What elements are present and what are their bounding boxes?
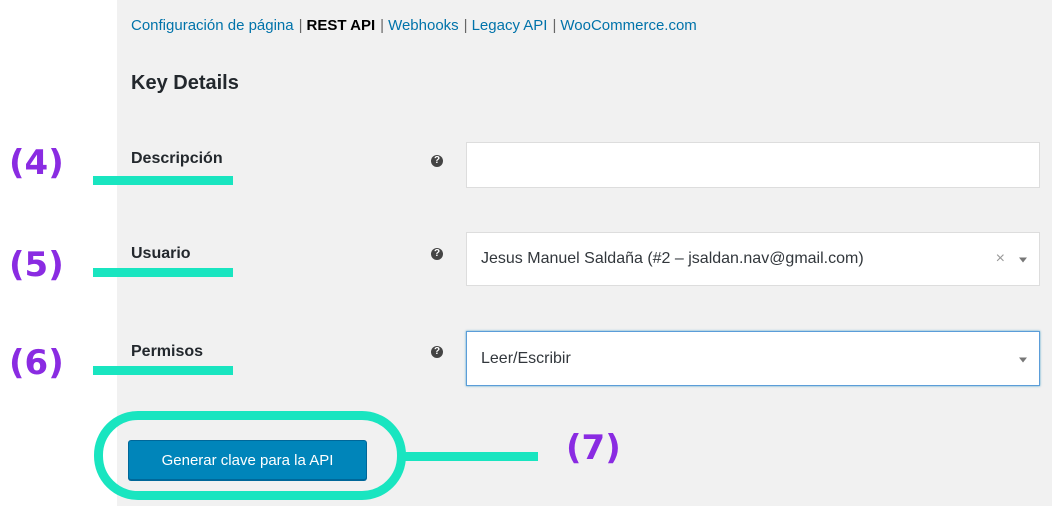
- description-input[interactable]: [467, 143, 1039, 187]
- subnav-item-page-settings[interactable]: Configuración de página: [131, 17, 294, 34]
- help-icon[interactable]: ?: [431, 346, 443, 358]
- annotation-highlight-ring: [94, 411, 406, 500]
- annotation-connector: [404, 452, 538, 461]
- section-title: Key Details: [131, 72, 239, 94]
- user-select-value: Jesus Manuel Saldaña (#2 – jsaldan.nav@g…: [481, 250, 864, 267]
- permissions-select-value: Leer/Escribir: [481, 349, 571, 367]
- subnav-separator: |: [463, 17, 468, 34]
- chevron-down-icon[interactable]: [1019, 357, 1027, 362]
- annotation-label-6: (6): [9, 343, 64, 383]
- annotation-label-7: (7): [566, 428, 621, 468]
- annotation-underline: [93, 268, 233, 277]
- help-icon[interactable]: ?: [431, 155, 443, 167]
- subnav-separator: |: [380, 17, 385, 34]
- user-label: Usuario: [131, 245, 191, 262]
- clear-icon[interactable]: ×: [996, 250, 1005, 268]
- chevron-down-icon[interactable]: [1019, 257, 1027, 263]
- user-select[interactable]: Jesus Manuel Saldaña (#2 – jsaldan.nav@g…: [466, 232, 1040, 286]
- description-field[interactable]: [466, 142, 1040, 188]
- subnav-item-legacy-api[interactable]: Legacy API: [472, 17, 548, 34]
- annotation-label-4: (4): [9, 143, 64, 183]
- description-label: Descripción: [131, 150, 223, 167]
- permissions-select[interactable]: Leer/Escribir: [466, 331, 1040, 386]
- help-icon[interactable]: ?: [431, 248, 443, 260]
- subnav: Configuración de página | REST API | Webhook…: [131, 17, 697, 34]
- subnav-item-webhooks[interactable]: Webhooks: [388, 17, 459, 34]
- annotation-underline: [93, 176, 233, 185]
- subnav-item-woocommerce-com[interactable]: WooCommerce.com: [560, 17, 696, 34]
- annotation-label-5: (5): [9, 245, 64, 285]
- subnav-item-rest-api[interactable]: REST API: [307, 17, 376, 34]
- permissions-label: Permisos: [131, 343, 204, 360]
- annotation-underline: [93, 366, 233, 375]
- subnav-separator: |: [552, 17, 557, 34]
- subnav-separator: |: [298, 17, 303, 34]
